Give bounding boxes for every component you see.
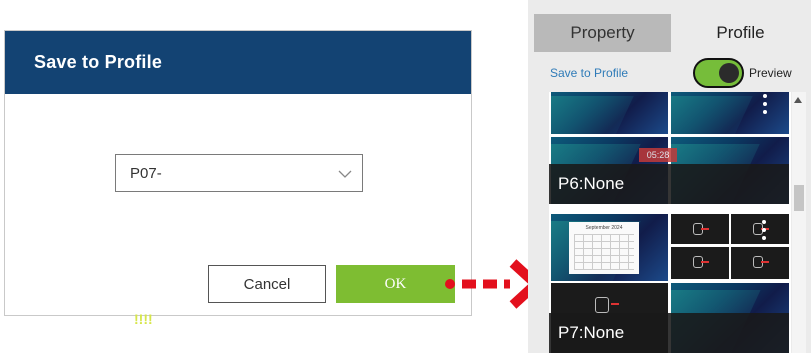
- cancel-button[interactable]: Cancel: [208, 265, 326, 303]
- save-to-profile-link[interactable]: Save to Profile: [550, 66, 628, 80]
- scrollbar[interactable]: [792, 92, 806, 353]
- profile-panel: Property Profile Save to Profile Preview…: [528, 0, 811, 353]
- profile-select[interactable]: P07-: [115, 154, 363, 192]
- profile-list: P6:None September 2024 05:28 P7:None: [549, 92, 791, 353]
- preview-label: Preview: [749, 66, 792, 80]
- profile-select-value: P07-: [130, 164, 162, 182]
- profile-thumbnail: [731, 247, 789, 279]
- chevron-down-icon: [338, 170, 352, 178]
- dialog-header: Save to Profile: [5, 31, 471, 94]
- calendar-title: September 2024: [585, 225, 623, 231]
- profile-thumbnail: [671, 92, 789, 134]
- preview-toggle[interactable]: [693, 58, 744, 88]
- profile-thumbnail: [671, 214, 729, 244]
- clock-widget: 05:28: [639, 148, 677, 162]
- tab-property[interactable]: Property: [534, 14, 671, 52]
- ok-button[interactable]: OK: [336, 265, 455, 303]
- more-options-icon[interactable]: [762, 220, 766, 244]
- dialog-title: Save to Profile: [34, 52, 163, 72]
- toggle-knob: [719, 63, 739, 83]
- scroll-thumb[interactable]: [794, 185, 804, 211]
- profile-item-p6[interactable]: P6:None: [549, 164, 789, 204]
- calendar-widget: September 2024: [569, 222, 639, 274]
- save-to-profile-dialog: Save to Profile P07- Cancel OK: [4, 30, 472, 316]
- tab-profile[interactable]: Profile: [678, 14, 803, 52]
- profile-thumbnail: [731, 214, 789, 244]
- scroll-up-icon[interactable]: [794, 97, 802, 103]
- profile-item-p7[interactable]: P7:None: [549, 313, 789, 353]
- profile-thumbnail: September 2024: [551, 214, 668, 281]
- profile-thumbnail: [671, 247, 729, 279]
- alert-badge: !!!!: [134, 311, 153, 327]
- profile-thumbnail: [551, 92, 668, 134]
- more-options-icon[interactable]: [763, 94, 767, 118]
